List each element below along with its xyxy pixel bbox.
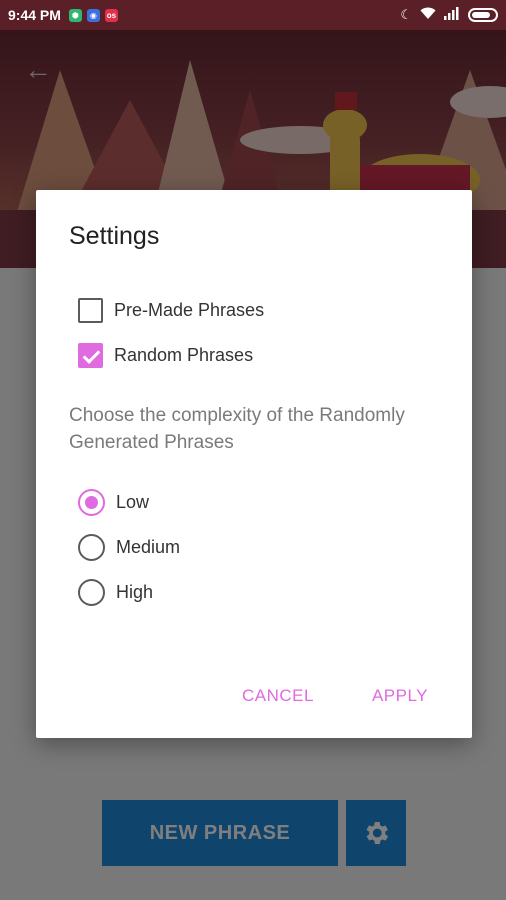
radio-label: Medium (116, 536, 181, 557)
radio-label: High (116, 581, 154, 602)
shield-app-icon: ⬢ (68, 8, 82, 22)
signal-icon (444, 7, 460, 23)
radio-selected[interactable] (78, 488, 105, 516)
checkbox-random-phrases[interactable]: Random Phrases (78, 340, 253, 370)
checkbox-checked[interactable] (78, 342, 103, 368)
browser-app-icon: ◉ (86, 8, 100, 22)
dialog-title: Settings (69, 222, 160, 250)
radio-medium[interactable]: Medium (78, 532, 180, 562)
radio-low[interactable]: Low (78, 487, 149, 517)
checkbox-label: Pre-Made Phrases (114, 299, 265, 320)
status-time: 9:44 PM (8, 7, 61, 23)
apply-button[interactable]: APPLY (372, 686, 428, 706)
radio-unselected[interactable] (78, 578, 105, 606)
dialog-actions: CANCEL APPLY (242, 686, 428, 706)
battery-icon (468, 8, 498, 22)
radio-unselected[interactable] (78, 533, 105, 561)
status-bar: 9:44 PM ⬢ ◉ os ☾ (0, 0, 506, 30)
checkbox-label: Random Phrases (114, 344, 254, 365)
os-app-icon: os (104, 8, 118, 22)
cancel-button[interactable]: CANCEL (242, 686, 314, 706)
wifi-icon (420, 7, 436, 23)
radio-high[interactable]: High (78, 577, 153, 607)
checkbox-premade-phrases[interactable]: Pre-Made Phrases (78, 295, 264, 325)
moon-icon: ☾ (400, 7, 412, 22)
radio-label: Low (116, 491, 150, 512)
settings-dialog: Settings Pre-Made Phrases Random Phrases… (36, 190, 472, 738)
checkbox-unchecked[interactable] (78, 297, 103, 323)
complexity-description: Choose the complexity of the Randomly Ge… (69, 405, 405, 453)
